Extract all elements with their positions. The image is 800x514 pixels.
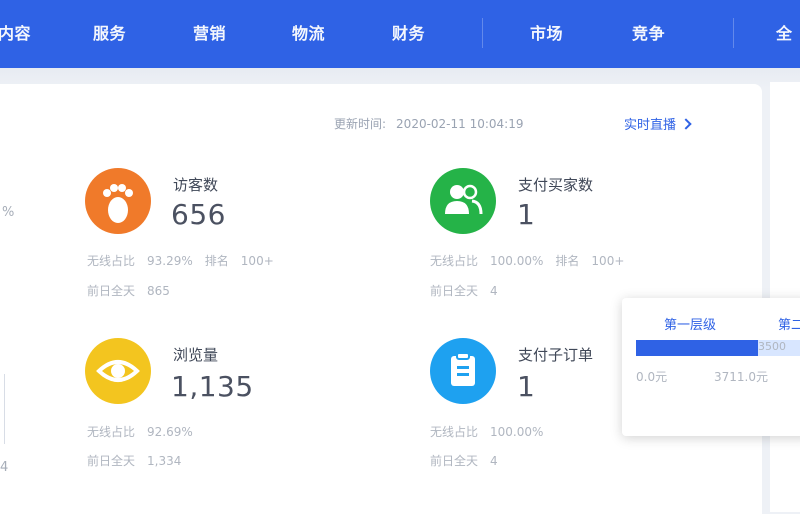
stat-label: 无线占比 (87, 254, 136, 268)
nav-item-more[interactable]: 全 (776, 20, 793, 44)
nav-item-content[interactable]: 内容 (0, 20, 31, 44)
footprint-icon (85, 168, 151, 234)
stat-value: 100.00% (490, 425, 544, 439)
nav-item-market[interactable]: 市场 (530, 20, 563, 44)
popup-tab-first-tier[interactable]: 第一层级 (664, 314, 716, 333)
metric-value-visitors: 656 (171, 198, 226, 231)
realtime-live-link[interactable]: 实时直播 (624, 114, 692, 133)
metric-value-paid-suborders: 1 (517, 370, 536, 403)
stat-label: 前日全天 (430, 284, 479, 298)
popup-left-label: 0.0元 (636, 370, 668, 384)
popup-tabs: 第一层级 第二 (622, 310, 800, 334)
stat-label: 排名 (555, 254, 580, 268)
nav-divider (733, 18, 734, 48)
popup-bar-end-label: 3500 (758, 340, 786, 353)
nav-item-competition[interactable]: 竞争 (632, 20, 665, 44)
realtime-live-label: 实时直播 (624, 118, 677, 133)
metric-stats-page-views-row1: 无线占比 92.69% (87, 423, 205, 440)
clipboard-icon (430, 338, 496, 404)
metric-stats-paid-suborders-row2: 前日全天 4 (430, 452, 510, 469)
tier-popup: 第一层级 第二 0.0元 3711.0元 (622, 298, 800, 436)
stat-value: 93.29% (147, 254, 193, 268)
stat-label: 无线占比 (430, 425, 479, 439)
stat-value: 100+ (591, 254, 625, 268)
metric-title-paid-suborders: 支付子订单 (518, 346, 594, 364)
metric-stats-paying-buyers-row2: 前日全天 4 (430, 282, 510, 299)
nav-item-marketing[interactable]: 营销 (193, 20, 226, 44)
chevron-right-icon (680, 118, 692, 130)
stat-label: 前日全天 (430, 454, 479, 468)
left-edge-box (0, 374, 5, 444)
stat-value: 1,334 (147, 454, 182, 468)
right-panel-edge (770, 82, 800, 512)
top-nav: 内容 服务 营销 物流 财务 市场 竞争 全 (0, 0, 800, 68)
popup-right-label: 3711.0元 (714, 370, 768, 384)
stat-value: 4 (490, 284, 498, 298)
stat-label: 无线占比 (430, 254, 479, 268)
update-time-label: 更新时间: (334, 117, 387, 131)
metric-title-visitors: 访客数 (173, 176, 219, 194)
metric-stats-visitors-row2: 前日全天 865 (87, 282, 182, 299)
metric-value-paying-buyers: 1 (517, 198, 536, 231)
left-edge-value: 4 (0, 460, 9, 475)
nav-item-finance[interactable]: 财务 (392, 20, 425, 44)
eye-icon (85, 338, 151, 404)
popup-progress-fill (636, 340, 759, 356)
stat-label: 排名 (204, 254, 229, 268)
users-icon (430, 168, 496, 234)
metric-stats-paying-buyers-row1: 无线占比 100.00% 排名 100+ (430, 252, 636, 269)
nav-divider (482, 18, 483, 48)
nav-item-logistics[interactable]: 物流 (292, 20, 325, 44)
nav-item-service[interactable]: 服务 (93, 20, 126, 44)
left-edge-percent: % (2, 205, 15, 220)
stat-value: 4 (490, 454, 498, 468)
stat-value: 100.00% (490, 254, 544, 268)
metric-title-page-views: 浏览量 (173, 346, 219, 364)
metric-title-paying-buyers: 支付买家数 (518, 176, 594, 194)
metric-stats-paid-suborders-row1: 无线占比 100.00% (430, 423, 555, 440)
metric-stats-visitors-row1: 无线占比 93.29% 排名 100+ (87, 252, 286, 269)
stat-label: 前日全天 (87, 284, 136, 298)
stat-value: 92.69% (147, 425, 193, 439)
update-time: 更新时间: 2020-02-11 10:04:19 (334, 115, 524, 132)
metric-value-page-views: 1,135 (171, 370, 254, 403)
metric-stats-page-views-row2: 前日全天 1,334 (87, 452, 193, 469)
stat-label: 前日全天 (87, 454, 136, 468)
stat-label: 无线占比 (87, 425, 136, 439)
stat-value: 865 (147, 284, 170, 298)
popup-tab-second-tier[interactable]: 第二 (778, 314, 800, 333)
update-time-value: 2020-02-11 10:04:19 (396, 117, 524, 131)
stat-value: 100+ (240, 254, 274, 268)
